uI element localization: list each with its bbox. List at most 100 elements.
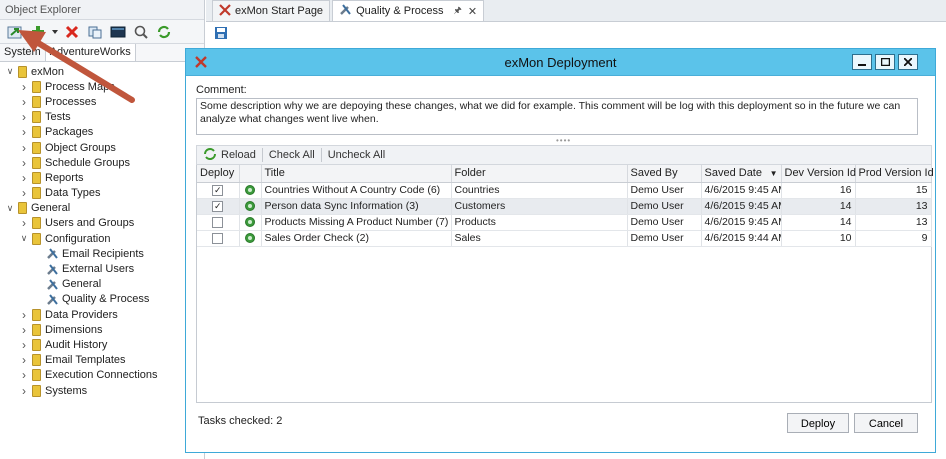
column-header-title[interactable]: Title (261, 165, 452, 183)
column-header-saved-date[interactable]: Saved Date ▼ (701, 165, 782, 183)
table-row[interactable]: Sales Order Check (2) Sales Demo User 4/6/2… (197, 230, 932, 247)
chevron-right-icon[interactable]: › (18, 216, 30, 230)
tree-item[interactable]: › Data Types (0, 186, 204, 201)
table-row[interactable]: Products Missing A Product Number (7) Pro… (197, 214, 932, 231)
tab-adventureworks[interactable]: AdventureWorks (45, 44, 136, 61)
table-row[interactable]: ✓ Countries Without A Country Code (6) Cou… (197, 182, 932, 199)
tree-item[interactable]: ∨ General (0, 201, 204, 216)
chevron-right-icon[interactable]: › (18, 353, 30, 367)
tree-item[interactable]: › Systems (0, 383, 204, 398)
column-header-folder[interactable]: Folder (451, 165, 628, 183)
tree-item[interactable]: › Execution Connections (0, 368, 204, 383)
saved-by-cell: Demo User (627, 214, 702, 231)
title-cell: Person data Sync Information (3) (261, 198, 452, 215)
folder-icon (32, 369, 41, 382)
deploy-icon[interactable] (5, 22, 25, 42)
tree-item[interactable]: External Users (0, 261, 204, 276)
column-header-deploy[interactable]: Deploy (197, 165, 240, 183)
prod-version-cell: 13 (855, 198, 932, 215)
tree-item[interactable]: › Dimensions (0, 322, 204, 337)
tree-item[interactable]: › Schedule Groups (0, 155, 204, 170)
folder-icon (32, 232, 41, 245)
x-logo-icon (219, 3, 231, 19)
close-tab-icon[interactable]: ✕ (468, 5, 477, 18)
deploy-button[interactable]: Deploy (787, 413, 849, 433)
chevron-right-icon[interactable]: › (18, 323, 30, 337)
minimize-button[interactable] (852, 54, 872, 70)
chevron-right-icon[interactable]: › (18, 125, 30, 139)
search-icon[interactable] (131, 22, 151, 42)
refresh-icon[interactable] (154, 22, 174, 42)
prod-version-cell: 15 (855, 182, 932, 199)
column-header-dev-version[interactable]: Dev Version Id (781, 165, 856, 183)
tree-item[interactable]: › Reports (0, 170, 204, 185)
chevron-down-icon[interactable]: ∨ (18, 233, 30, 244)
chevron-right-icon[interactable]: › (18, 80, 30, 94)
tab-exmon-start-page[interactable]: exMon Start Page (212, 0, 331, 21)
chevron-right-icon[interactable]: › (18, 141, 30, 155)
copy-icon[interactable] (85, 22, 105, 42)
tree-item[interactable]: › Processes (0, 94, 204, 109)
chevron-right-icon[interactable]: › (18, 156, 30, 170)
add-icon[interactable] (28, 22, 48, 42)
table-row[interactable]: ✓ Person data Sync Information (3) Custome… (197, 198, 932, 215)
saved-date-cell: 4/6/2015 9:44 AM (701, 230, 782, 247)
dev-version-cell: 14 (781, 214, 856, 231)
dropdown-arrow-icon[interactable] (51, 22, 59, 42)
chevron-right-icon[interactable]: › (18, 95, 30, 109)
save-icon[interactable] (214, 26, 228, 43)
chevron-right-icon[interactable]: › (18, 368, 30, 382)
console-icon[interactable] (108, 22, 128, 42)
dialog-title-bar[interactable]: exMon Deployment (186, 49, 935, 76)
tree-item[interactable]: › Packages (0, 125, 204, 140)
deploy-checkbox[interactable] (212, 216, 224, 228)
check-all-button[interactable]: Check All (263, 149, 321, 161)
folder-icon (32, 323, 41, 336)
comment-textarea[interactable]: Some description why we are depoying the… (196, 98, 918, 135)
tree-item[interactable]: › Email Templates (0, 353, 204, 368)
tree-item[interactable]: › Tests (0, 110, 204, 125)
tree-item[interactable]: › Object Groups (0, 140, 204, 155)
refresh-icon (203, 147, 217, 163)
uncheck-all-button[interactable]: Uncheck All (322, 149, 391, 161)
cancel-button[interactable]: Cancel (854, 413, 918, 433)
maximize-button[interactable] (875, 54, 895, 70)
tree-item[interactable]: › Users and Groups (0, 216, 204, 231)
tree-item[interactable]: General (0, 277, 204, 292)
tree-item[interactable]: ∨ Configuration (0, 231, 204, 246)
deploy-checkbox[interactable] (212, 232, 224, 244)
column-header-prod-version[interactable]: Prod Version Id (855, 165, 934, 183)
chevron-right-icon[interactable]: › (18, 186, 30, 200)
tab-system[interactable]: System (0, 44, 46, 61)
chevron-right-icon[interactable]: › (18, 338, 30, 352)
chevron-right-icon[interactable]: › (18, 171, 30, 185)
document-toolbar (206, 23, 946, 45)
tree-item[interactable]: Quality & Process (0, 292, 204, 307)
delete-icon[interactable] (62, 22, 82, 42)
tree-item-label: Reports (45, 171, 84, 184)
saved-date-cell: 4/6/2015 9:45 AM (701, 198, 782, 215)
reload-button[interactable]: Reload (197, 147, 262, 163)
tree-item[interactable]: ∨ exMon (0, 64, 204, 79)
folder-icon (18, 65, 27, 78)
saved-by-cell: Demo User (627, 198, 702, 215)
tree-item[interactable]: › Data Providers (0, 307, 204, 322)
pin-icon[interactable]: 🖈 (453, 3, 461, 19)
splitter-handle[interactable]: •••• (556, 136, 571, 145)
column-header-saved-date-label: Saved Date (704, 167, 762, 180)
column-header-saved-by[interactable]: Saved By (627, 165, 702, 183)
chevron-down-icon[interactable]: ∨ (4, 203, 16, 214)
tree-item[interactable]: › Audit History (0, 337, 204, 352)
chevron-right-icon[interactable]: › (18, 384, 30, 398)
chevron-down-icon[interactable]: ∨ (4, 66, 16, 77)
tab-quality-process[interactable]: Quality & Process 🖈 ✕ (332, 0, 485, 21)
document-tab-strip: exMon Start Page Quality & Process 🖈 ✕ (206, 0, 946, 22)
chevron-right-icon[interactable]: › (18, 110, 30, 124)
tree-item[interactable]: › Process Maps (0, 79, 204, 94)
chevron-right-icon[interactable]: › (18, 308, 30, 322)
tree-item[interactable]: Email Recipients (0, 246, 204, 261)
deploy-checkbox[interactable]: ✓ (212, 200, 224, 212)
column-header-icon[interactable] (239, 165, 262, 183)
close-button[interactable] (898, 54, 918, 70)
deploy-checkbox[interactable]: ✓ (212, 184, 224, 196)
